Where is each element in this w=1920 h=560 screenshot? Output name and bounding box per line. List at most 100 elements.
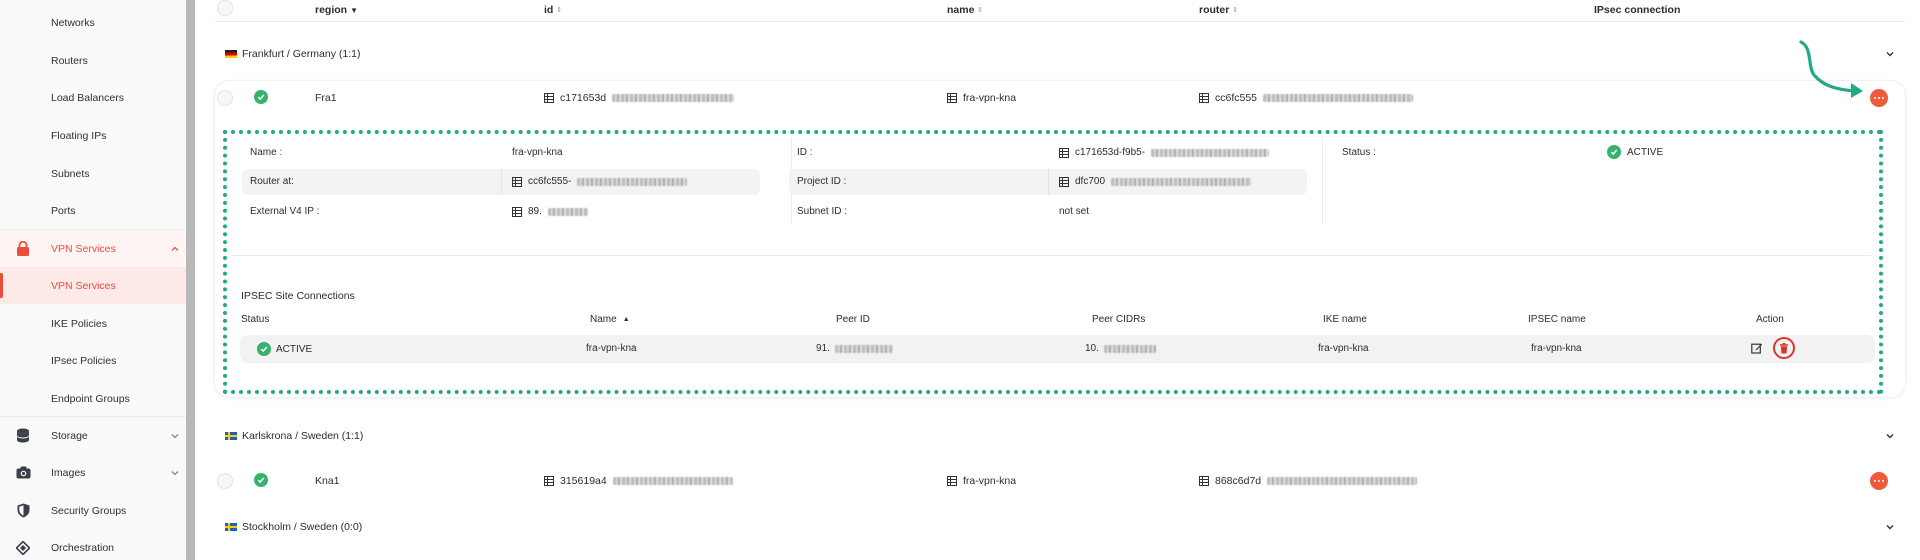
sidebar-item-subnets[interactable]: Subnets: [0, 155, 186, 192]
sidebar-item-label: Security Groups: [51, 504, 127, 517]
trash-icon: [1780, 342, 1788, 353]
sidebar-group-vpn-services[interactable]: VPN Services: [0, 230, 186, 267]
region-cell: Kna1: [315, 475, 340, 487]
column-header-name[interactable]: name ⇕: [947, 4, 983, 16]
ipsec-name-cell: fra-vpn-kna: [586, 343, 637, 354]
table-header: region ▼ id ⇕ name ⇕ router ⇕ IPsec conn…: [215, 0, 1905, 22]
camera-icon: [15, 465, 31, 481]
chevron-down-icon[interactable]: [1885, 431, 1895, 441]
table-row[interactable]: [240, 335, 1875, 363]
table-icon: [1059, 176, 1069, 187]
column-header-region[interactable]: region ▼: [315, 4, 358, 16]
row-checkbox[interactable]: [217, 90, 233, 106]
sidebar-item-load-balancers[interactable]: Load Balancers: [0, 79, 186, 116]
region-value: Fra1: [315, 92, 337, 104]
table-icon: [1199, 93, 1209, 103]
sidebar-item-security-groups[interactable]: Security Groups: [0, 492, 186, 529]
region-group-header[interactable]: Frankfurt / Germany (1:1): [215, 40, 1905, 68]
table-icon: [947, 476, 957, 486]
column-header-router[interactable]: router ⇕: [1199, 4, 1238, 16]
sidebar-item-label: Endpoint Groups: [51, 392, 130, 405]
sidebar-item-images[interactable]: Images: [0, 454, 186, 491]
id-cell: c171653d: [544, 92, 735, 104]
ipsec-peer-cidrs-cell: 10.: [1085, 343, 1156, 354]
column-header-id[interactable]: id ⇕: [544, 4, 562, 16]
divider: [1048, 169, 1049, 195]
region-value: Kna1: [315, 475, 340, 487]
sidebar-item-orchestration[interactable]: Orchestration: [0, 529, 186, 560]
column-header-label: region: [315, 4, 348, 16]
sidebar-item-label: VPN Services: [51, 279, 116, 292]
sidebar-item-label: Load Balancers: [51, 91, 124, 104]
detail-project-label: Project ID :: [797, 176, 847, 187]
status-cell: [254, 473, 268, 487]
region-group-header[interactable]: Karlskrona / Sweden (1:1): [215, 422, 1905, 450]
detail-ext-ip-label: External V4 IP :: [250, 206, 320, 217]
orchestration-icon: [15, 540, 31, 556]
project-id-text: dfc700: [1075, 176, 1106, 187]
id-value: c171653d: [560, 92, 607, 104]
redacted-text: [1151, 148, 1270, 157]
main-content: region ▼ id ⇕ name ⇕ router ⇕ IPsec conn…: [195, 0, 1920, 560]
more-actions-button[interactable]: [1870, 472, 1888, 490]
table-row[interactable]: Kna1 315619a4 fra-vpn-kna 868c6d7d: [215, 464, 1905, 498]
name-cell: fra-vpn-kna: [947, 92, 1016, 104]
region-group-title: Stockholm / Sweden (0:0): [225, 521, 362, 533]
region-group-header[interactable]: Stockholm / Sweden (0:0): [215, 513, 1905, 541]
sidebar-item-label: IPsec Policies: [51, 354, 117, 367]
router-value: 868c6d7d: [1215, 475, 1262, 487]
sidebar-item-label: IKE Policies: [51, 317, 108, 330]
sidebar-item-routers[interactable]: Routers: [0, 42, 186, 79]
sidebar-item-endpoint-groups[interactable]: Endpoint Groups: [0, 380, 186, 417]
divider: [231, 255, 1871, 256]
chevron-down-icon[interactable]: [1885, 522, 1895, 532]
table-icon: [544, 93, 554, 103]
table-icon: [1199, 476, 1209, 486]
sweden-flag-icon: [225, 523, 237, 531]
sidebar-item-ipsec-policies[interactable]: IPsec Policies: [0, 342, 186, 379]
lock-icon: [15, 241, 31, 257]
chevron-up-icon: [171, 246, 179, 251]
status-text: ACTIVE: [276, 343, 313, 355]
sidebar-item-label: Subnets: [51, 167, 90, 180]
ipsec-section-title: IPSEC Site Connections: [241, 290, 355, 302]
edit-button[interactable]: [1751, 342, 1763, 354]
detail-status-value: ACTIVE: [1607, 145, 1663, 159]
detail-ext-ip-value: 89.: [512, 206, 588, 217]
region-group-title: Karlskrona / Sweden (1:1): [225, 430, 363, 442]
redacted-text: [612, 477, 733, 485]
ipsec-header-ipsec: IPSEC name: [1528, 314, 1586, 325]
sidebar-item-label: VPN Services: [51, 242, 116, 255]
sidebar-item-label: Networks: [51, 16, 95, 29]
sidebar-item-ports[interactable]: Ports: [0, 192, 186, 229]
redacted-text: [834, 344, 893, 353]
shield-icon: [15, 503, 31, 519]
sidebar-item-networks[interactable]: Networks: [0, 4, 186, 41]
delete-button[interactable]: [1773, 337, 1795, 359]
detail-name-value: fra-vpn-kna: [512, 147, 563, 158]
name-value: fra-vpn-kna: [963, 475, 1017, 487]
sidebar-item-floating-ips[interactable]: Floating IPs: [0, 117, 186, 154]
sidebar-item-vpn-services[interactable]: VPN Services: [0, 267, 186, 304]
table-icon: [1059, 147, 1069, 158]
sidebar-item-ike-policies[interactable]: IKE Policies: [0, 305, 186, 342]
select-all-checkbox[interactable]: [217, 0, 233, 16]
router-id-text: cc6fc555-: [528, 176, 572, 187]
sidebar-item-storage[interactable]: Storage: [0, 417, 186, 454]
sidebar-scrollbar[interactable]: [186, 0, 195, 560]
ipsec-header-name[interactable]: Name ▲: [590, 314, 630, 325]
router-cell: 868c6d7d: [1199, 475, 1418, 487]
ipsec-header-ike: IKE name: [1323, 314, 1367, 325]
ipsec-status-cell: ACTIVE: [257, 342, 312, 356]
check-circle-icon: [254, 90, 268, 104]
chevron-down-icon[interactable]: [1885, 49, 1895, 59]
id-cell: 315619a4: [544, 475, 733, 487]
sidebar-item-label: Storage: [51, 429, 88, 442]
column-header-label: Name: [590, 314, 617, 325]
status-text: ACTIVE: [1627, 146, 1664, 158]
peer-id-text: 91.: [816, 343, 830, 354]
divider: [501, 169, 502, 195]
row-checkbox[interactable]: [217, 473, 233, 489]
column-header-label: id: [544, 4, 554, 16]
redacted-text: [1111, 177, 1252, 186]
